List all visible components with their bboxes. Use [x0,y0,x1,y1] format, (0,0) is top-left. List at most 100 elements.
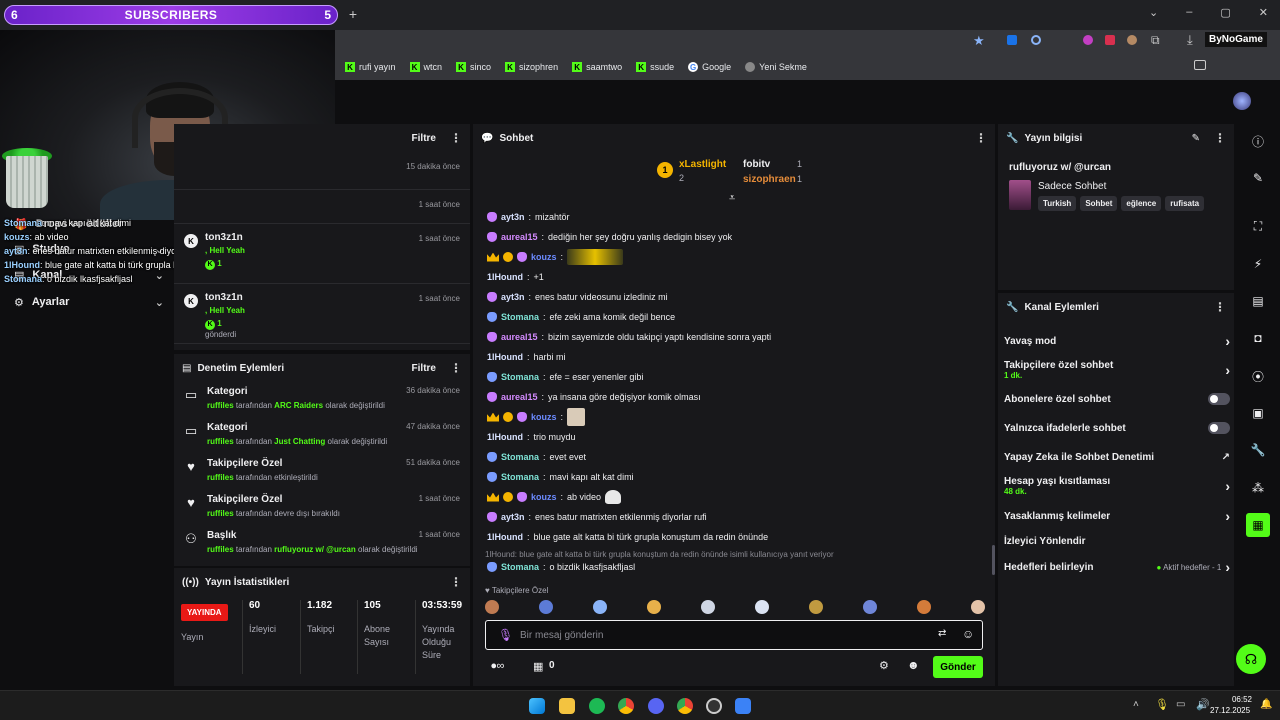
chrome-icon[interactable] [677,698,693,714]
chat-scrollbar[interactable] [992,545,995,575]
chevron-down-icon[interactable]: ⌄ [1149,6,1158,22]
wrench-icon[interactable]: 🔧 [1246,438,1270,462]
network-icon[interactable]: ▭ [1176,699,1185,710]
mic-icon[interactable]: 🎙 [1155,698,1169,711]
translate-icon[interactable]: ⇄ [938,628,946,639]
chat-username[interactable]: kouzs [531,492,557,502]
subs-only-toggle[interactable] [1208,393,1230,405]
emote-icon[interactable] [971,600,985,614]
close-icon[interactable]: ✕ [1259,6,1268,22]
emote-icon[interactable] [755,600,769,614]
app-icon[interactable] [735,698,751,714]
chat-username[interactable]: 1lHound [487,272,523,282]
emote-icon[interactable] [539,600,553,614]
mod-user[interactable]: ruffiles [207,437,234,446]
chrome-icon[interactable] [618,698,634,714]
chat-username[interactable]: kouzs [531,252,557,262]
chat-username[interactable]: aureal15 [501,332,538,342]
chat-input[interactable]: Bir mesaj gönderin [520,630,603,641]
bookmark-item[interactable]: G Google [688,62,731,72]
followers-only-row[interactable]: Takipçilere özel sohbet 1 dk. › [1004,357,1230,383]
mod-user[interactable]: ruffiles [207,401,234,410]
document-icon[interactable]: ▤ [1246,289,1270,313]
extension-red-icon[interactable] [1105,35,1115,45]
emote-picker-icon[interactable]: ☻ [907,658,920,672]
bookmark-star-icon[interactable]: ★ [973,33,985,49]
tag-chip[interactable]: Turkish [1038,196,1077,211]
volume-icon[interactable]: 🔊 [1196,698,1210,711]
banned-words-row[interactable]: Yasaklanmış kelimeler › [1004,508,1230,524]
emote-icon[interactable] [485,600,499,614]
mod-user[interactable]: ruffiles [207,473,234,482]
broadcast-icon[interactable]: ⦿ [1246,364,1270,388]
window-icon[interactable]: ▣ [1246,401,1270,425]
chat-username[interactable]: Stomana [501,372,539,382]
help-button[interactable]: ☊ [1236,644,1266,674]
chat-username[interactable]: Stomana [501,472,539,482]
bolt-icon[interactable]: ⚡ [1246,252,1270,276]
maximize-icon[interactable]: ▢ [1220,6,1230,22]
activity-user[interactable]: ton3z1n [205,232,243,243]
chat-username[interactable]: ayt3n [501,212,525,222]
menu-settings[interactable]: ⚙ Ayarlar ⌄ [14,292,164,312]
chat-username[interactable]: aureal15 [501,392,538,402]
filter-button[interactable]: Filtre [412,363,436,374]
bookmark-item[interactable]: Ksizophren [505,62,558,72]
kick-app-icon[interactable]: ▦ [1246,513,1270,537]
store-icon[interactable]: ▦ [533,660,543,673]
extension-audio-icon[interactable] [1031,35,1041,45]
emoji-icon[interactable]: ☺ [962,627,974,641]
emote-icon[interactable] [917,600,931,614]
folder-icon[interactable] [1194,60,1206,70]
kebab-icon[interactable]: ⋮ [450,575,462,589]
chevron-up-icon[interactable]: ˄ [1133,699,1139,710]
chat-username[interactable]: Stomana [501,452,539,462]
redirect-viewers-row[interactable]: İzleyici Yönlendir [1004,533,1230,549]
chat-username[interactable]: 1lHound [487,352,523,362]
puzzle-icon[interactable]: ⧉ [1151,33,1160,48]
bookmark-item[interactable]: Kssude [636,62,674,72]
notification-icon[interactable]: 🔔 [1260,699,1272,710]
tag-chip[interactable]: eğlence [1121,196,1162,211]
mod-user[interactable]: ruffiles [207,545,234,554]
goals-row[interactable]: Hedefleri belirleyin ● Aktif hedefler - 1… [1004,559,1230,575]
tag-chip[interactable]: Sohbet [1080,196,1118,211]
chat-username[interactable]: 1lHound [487,432,523,442]
bookmark-item[interactable]: Krufi yayın [345,62,396,72]
translate-icon[interactable] [1007,35,1017,45]
emote-icon[interactable] [701,600,715,614]
clock-time[interactable]: 06:52 [1222,695,1252,704]
clock-date[interactable]: 27.12.2025 [1210,706,1250,715]
discord-icon[interactable] [648,698,664,714]
chat-input-wrap[interactable]: 🎙 Bir mesaj gönderin ⇄ ☺ [485,620,983,650]
gear-icon[interactable]: ⚙ [879,659,889,672]
account-age-row[interactable]: Hesap yaşı kısıtlaması 48 dk. › [1004,473,1230,499]
chat-username[interactable]: ayt3n [501,512,525,522]
chat-username[interactable]: aureal15 [501,232,538,242]
filter-button[interactable]: Filtre [412,133,436,144]
mic-icon[interactable]: 🎙 [498,628,513,642]
bookmark-item[interactable]: Yeni Sekme [745,62,807,72]
emote-icon[interactable] [593,600,607,614]
bookmark-item[interactable]: Ksaamtwo [572,62,622,72]
avatar[interactable] [1233,92,1251,110]
file-explorer-icon[interactable] [559,698,575,714]
kebab-icon[interactable]: ⋮ [1214,131,1226,145]
send-button[interactable]: Gönder [933,656,983,678]
emote-icon[interactable] [863,600,877,614]
chat-username[interactable]: Stomana [501,312,539,322]
nodes-icon[interactable]: ⁂ [1246,476,1270,500]
collapse-icon[interactable]: ⩡ [729,192,735,205]
bookmark-item[interactable]: Kwtcn [409,62,442,72]
chat-username[interactable]: ayt3n [501,292,525,302]
info-icon[interactable]: ⓘ [1246,129,1270,153]
slow-mode-row[interactable]: Yavaş mod › [1004,333,1230,349]
chat-username[interactable]: Stomana [501,562,539,572]
extension-cookie-icon[interactable] [1127,35,1137,45]
kebab-icon[interactable]: ⋮ [450,361,462,375]
edit-icon[interactable]: ✎ [1192,133,1200,144]
minimize-icon[interactable]: – [1186,6,1192,22]
spotify-icon[interactable] [589,698,605,714]
chat-username[interactable]: 1lHound [487,532,523,542]
kebab-icon[interactable]: ⋮ [975,131,987,145]
